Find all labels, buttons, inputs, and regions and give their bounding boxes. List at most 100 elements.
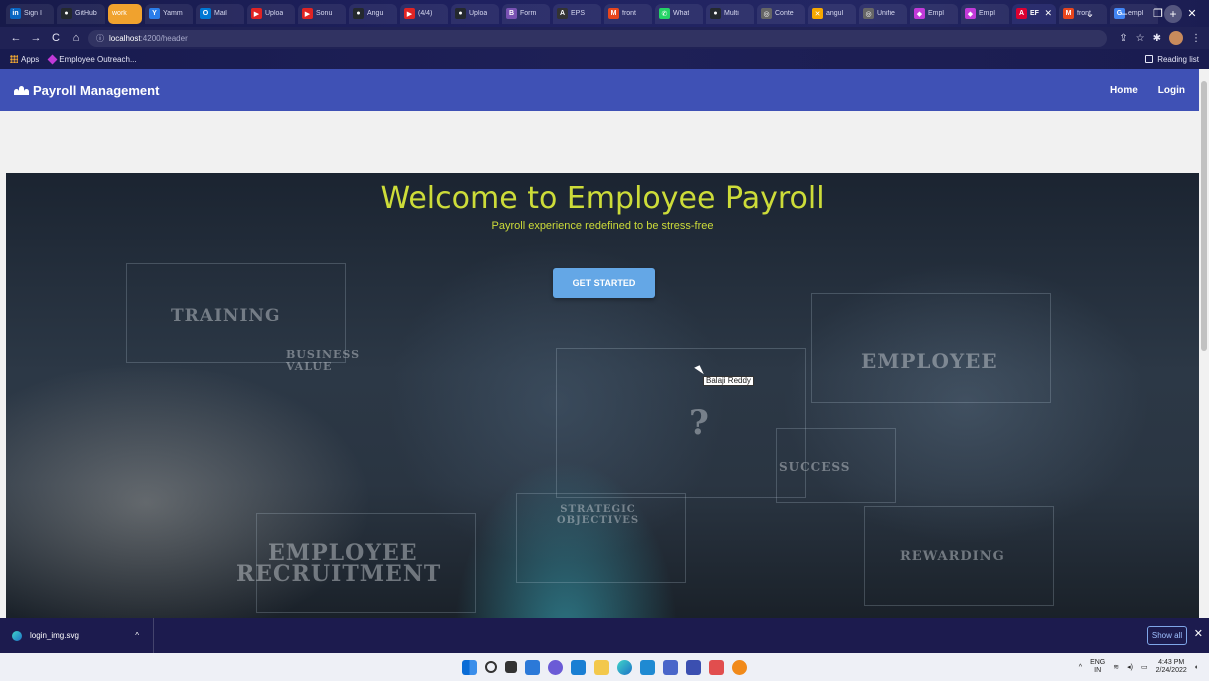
app-icon[interactable] xyxy=(709,659,724,675)
app-icon[interactable] xyxy=(732,659,747,675)
browser-tab[interactable]: ● Uploa xyxy=(451,3,499,24)
browser-tab[interactable]: Y Yamm xyxy=(145,3,193,24)
minimize-icon[interactable]: – xyxy=(1107,8,1141,20)
downloads-bar: login_img.svg ^ Show all ✕ xyxy=(0,618,1209,653)
wifi-icon[interactable]: ≋ xyxy=(1113,663,1119,671)
menu-icon[interactable]: ⋮ xyxy=(1191,33,1201,44)
tab-search-icon[interactable]: ⌄ xyxy=(1073,7,1107,20)
forward-icon[interactable]: → xyxy=(28,32,44,44)
brand[interactable]: Payroll Management xyxy=(14,83,159,98)
taskbar: ^ ENG IN ≋ ◂) ▭ 4:43 PM 2/24/2022 ◐ xyxy=(0,653,1209,681)
browser-tab[interactable]: ◆ Empl xyxy=(961,3,1009,24)
browser-tab[interactable]: in Sign I xyxy=(6,3,54,24)
windows-start-icon[interactable] xyxy=(462,659,477,675)
browser-tab[interactable]: ◎ Unifie xyxy=(859,3,907,24)
restore-icon[interactable]: ❐ xyxy=(1141,7,1175,20)
tab-label: front xyxy=(622,10,637,17)
close-window-icon[interactable]: ✕ xyxy=(1175,7,1209,20)
chevron-up-icon[interactable]: ^ xyxy=(135,631,139,640)
home-icon[interactable]: ⌂ xyxy=(68,32,84,44)
system-tray: ^ ENG IN ≋ ◂) ▭ 4:43 PM 2/24/2022 ◐ xyxy=(1079,653,1199,681)
browser-tab[interactable]: ● Multi xyxy=(706,3,754,24)
tab-label: Mail xyxy=(214,10,227,17)
task-view-icon[interactable] xyxy=(505,661,517,673)
download-item[interactable]: login_img.svg ^ xyxy=(12,618,154,653)
bookmark-employee-outreach[interactable]: Employee Outreach... xyxy=(47,54,137,64)
bookmark-star-icon[interactable]: ☆ xyxy=(1136,33,1145,44)
close-tab-icon[interactable]: ✕ xyxy=(1044,8,1052,19)
window-controls: ⌄ – ❐ ✕ xyxy=(1073,0,1209,27)
app-icon[interactable] xyxy=(686,659,701,675)
tray-overflow-icon[interactable]: ^ xyxy=(1079,664,1082,671)
image-word-question: ? xyxy=(689,403,710,443)
back-icon[interactable]: ← xyxy=(8,32,24,44)
region-code: IN xyxy=(1094,667,1102,674)
browser-tab[interactable]: A EF ✕ xyxy=(1012,3,1056,24)
show-all-button[interactable]: Show all xyxy=(1147,626,1187,645)
url-path: :4200/header xyxy=(140,33,188,43)
profile-avatar[interactable] xyxy=(1169,31,1183,45)
browser-tab[interactable]: ✕ angul xyxy=(808,3,856,24)
close-downloads-icon[interactable]: ✕ xyxy=(1194,627,1203,640)
reload-icon[interactable]: C xyxy=(48,32,64,44)
extensions-icon[interactable]: ✱ xyxy=(1153,33,1161,44)
reading-list-button[interactable]: Reading list xyxy=(1145,55,1199,64)
url-input[interactable]: ⓘ localhost:4200/header xyxy=(88,29,1108,47)
page-scrollbar[interactable] xyxy=(1199,69,1209,618)
tab-label: Form xyxy=(520,10,537,17)
nav-home[interactable]: Home xyxy=(1110,85,1138,96)
share-icon[interactable]: ⇪ xyxy=(1119,33,1127,44)
edge-icon[interactable] xyxy=(617,659,632,675)
chat-icon[interactable] xyxy=(548,659,563,675)
reading-list-icon xyxy=(1145,55,1154,63)
browser-tab[interactable]: Mfront xyxy=(604,3,652,24)
browser-tab[interactable]: ▶ Uploa xyxy=(247,3,295,24)
tab-favicon-icon: in xyxy=(10,8,21,19)
vscode-icon[interactable] xyxy=(640,659,655,675)
tab-label: EF xyxy=(1030,10,1039,17)
browser-tab[interactable]: ◎ Conte xyxy=(757,3,805,24)
tab-favicon-icon: A xyxy=(557,8,568,19)
site-info-icon[interactable]: ⓘ xyxy=(96,33,104,44)
browser-tab[interactable]: B Form xyxy=(502,3,550,24)
get-started-button[interactable]: GET STARTED xyxy=(553,268,655,298)
nav-login[interactable]: Login xyxy=(1158,85,1185,96)
notifications-icon[interactable]: ◐ xyxy=(1195,664,1199,671)
mail-app-icon[interactable] xyxy=(571,659,586,675)
widgets-icon[interactable] xyxy=(525,659,540,675)
tab-favicon-icon: Y xyxy=(149,8,160,19)
people-icon xyxy=(14,85,29,95)
hero-subtitle: Payroll experience redefined to be stres… xyxy=(491,220,714,232)
tab-favicon-icon: ● xyxy=(455,8,466,19)
browser-tab[interactable]: ✆ What xyxy=(655,3,703,24)
hero-banner: TRAINING BUSINESS VALUE EMPLOYEE ? SUCCE… xyxy=(6,173,1199,618)
search-icon[interactable] xyxy=(485,661,497,673)
volume-icon[interactable]: ◂) xyxy=(1127,663,1133,671)
image-word-strategic: STRATEGIC OBJECTIVES xyxy=(556,504,640,526)
image-word-success: SUCCESS xyxy=(779,460,851,474)
bookmark-apps[interactable]: Apps xyxy=(10,55,39,64)
app-icon[interactable] xyxy=(663,659,678,675)
image-word-rewarding: REWARDING xyxy=(900,549,1005,564)
clock[interactable]: 4:43 PM 2/24/2022 xyxy=(1156,659,1187,675)
browser-tab[interactable]: ● GitHub xyxy=(57,3,105,24)
browser-tab[interactable]: O Mail xyxy=(196,3,244,24)
bookmark-employee-outreach-label: Employee Outreach... xyxy=(59,54,137,64)
scrollbar-thumb[interactable] xyxy=(1201,81,1207,351)
browser-tab[interactable]: ▶ (4/4) xyxy=(400,3,448,24)
battery-icon[interactable]: ▭ xyxy=(1141,663,1148,671)
tab-group-work[interactable]: work xyxy=(108,3,142,24)
browser-tab[interactable]: ▶ Sonu xyxy=(298,3,346,24)
hero-frame xyxy=(811,293,1051,403)
browser-tab[interactable]: ● Angu xyxy=(349,3,397,24)
browser-tab[interactable]: ◆ Empl xyxy=(910,3,958,24)
language-indicator[interactable]: ENG IN xyxy=(1090,659,1105,675)
tab-label: work xyxy=(112,10,127,17)
apps-grid-icon xyxy=(10,55,18,63)
tab-favicon-icon: ✕ xyxy=(812,8,823,19)
file-explorer-icon[interactable] xyxy=(594,659,609,675)
tab-label: Angu xyxy=(367,10,384,17)
tab-favicon-icon: ◆ xyxy=(965,8,976,19)
browser-tab[interactable]: A EPS xyxy=(553,3,601,24)
download-filename: login_img.svg xyxy=(30,631,79,640)
